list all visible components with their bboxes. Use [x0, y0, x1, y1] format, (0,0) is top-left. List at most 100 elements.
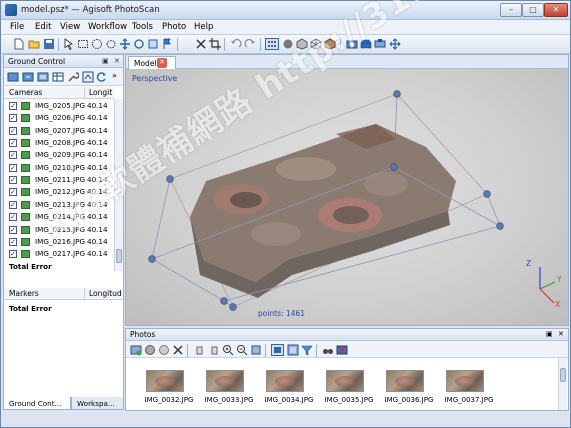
3d-viewport[interactable]: Perspective Z Y X points: 1461 [126, 69, 568, 325]
markers-column-header[interactable]: Markers [4, 288, 84, 300]
table-icon[interactable] [52, 71, 64, 83]
view-source-icon[interactable] [37, 71, 49, 83]
camera-row[interactable]: ✓ IMG_0205.JPG 40.14 [4, 100, 114, 112]
large-icons-view-icon[interactable] [271, 344, 284, 356]
open-folder-icon[interactable] [28, 38, 40, 50]
export-icon[interactable] [22, 71, 34, 83]
camera-row[interactable]: ✓ IMG_0210.JPG 40.14 [4, 162, 114, 174]
camera-enabled-checkbox[interactable]: ✓ [9, 151, 17, 160]
camera-enabled-checkbox[interactable]: ✓ [9, 250, 17, 259]
wireframe-view-icon[interactable] [310, 38, 322, 50]
camera-enabled-checkbox[interactable]: ✓ [9, 102, 17, 110]
camera-row[interactable]: ✓ IMG_0214.JPG 40.14 [4, 211, 114, 223]
mask-photos-icon[interactable] [336, 344, 348, 356]
remove-photo-icon[interactable] [172, 344, 184, 356]
disable-camera-icon[interactable] [158, 344, 170, 356]
textured-view-icon[interactable] [324, 38, 336, 50]
navigate-arrows-icon[interactable] [389, 38, 401, 50]
binoculars-icon[interactable] [322, 344, 334, 356]
menu-view[interactable]: View [60, 22, 80, 32]
photo-thumbnail[interactable]: IMG_0034.JPG [262, 368, 314, 408]
point-cloud-view-icon[interactable] [265, 38, 279, 50]
delete-selection-icon[interactable] [195, 38, 207, 50]
camera-enabled-checkbox[interactable]: ✓ [9, 126, 17, 135]
marker-longitude-column-header[interactable]: Longitud [84, 288, 123, 300]
flag-marker-icon[interactable] [161, 38, 173, 50]
minimize-button[interactable]: – [500, 3, 522, 17]
rotate-right-icon[interactable] [208, 344, 220, 356]
rectangle-selection-icon[interactable] [77, 38, 89, 50]
menu-help[interactable]: Help [194, 22, 213, 32]
close-panel-icon[interactable]: ✕ [114, 57, 120, 65]
camera-enabled-checkbox[interactable]: ✓ [9, 139, 17, 148]
camera-row[interactable]: ✓ IMG_0211.JPG 40.14 [4, 174, 114, 186]
camera-row[interactable]: ✓ IMG_0216.JPG 40.14 [4, 236, 114, 248]
details-view-icon[interactable] [287, 344, 299, 356]
shaded-view-icon[interactable] [282, 38, 294, 50]
camera-enabled-checkbox[interactable]: ✓ [9, 237, 17, 246]
optimize-icon[interactable] [82, 71, 94, 83]
photos-scroll-thumb[interactable] [560, 368, 566, 382]
rotate-left-icon[interactable] [194, 344, 206, 356]
photos-scrollbar[interactable] [558, 358, 567, 410]
wrench-settings-icon[interactable] [67, 71, 79, 83]
menu-tools[interactable]: Tools [132, 22, 153, 32]
save-icon[interactable] [43, 38, 55, 50]
free-form-selection-icon[interactable] [105, 38, 117, 50]
show-cameras-icon[interactable] [346, 38, 358, 50]
photo-thumbnail[interactable]: IMG_0032.JPG [142, 368, 194, 408]
camera-row[interactable]: ✓ IMG_0206.JPG 40.14 [4, 112, 114, 124]
longitude-column-header[interactable]: Longit [84, 87, 114, 99]
resize-region-icon[interactable] [147, 38, 159, 50]
photo-thumbnail[interactable]: IMG_0037.JPG [442, 368, 494, 408]
float-panel-icon[interactable]: ▣ [546, 330, 553, 338]
photo-thumbnail[interactable]: IMG_0036.JPG [382, 368, 434, 408]
tab-model[interactable]: Model ✕ [128, 56, 176, 69]
camera-enabled-checkbox[interactable]: ✓ [9, 114, 17, 123]
more-tools-chevron-icon[interactable]: » [112, 71, 117, 80]
camera-list-scroll-thumb[interactable] [116, 249, 122, 263]
close-model-tab-icon[interactable]: ✕ [157, 58, 167, 68]
add-photos-icon[interactable] [130, 344, 142, 356]
tab-ground-control[interactable]: Ground Cont... [3, 397, 71, 410]
camera-row[interactable]: ✓ IMG_0207.JPG 40.14 [4, 125, 114, 137]
camera-row[interactable]: ✓ IMG_0212.JPG 40.14 [4, 186, 114, 198]
photo-thumbnail[interactable]: IMG_0035.JPG [322, 368, 374, 408]
photo-thumbnail[interactable]: IMG_0033.JPG [202, 368, 254, 408]
enable-camera-icon[interactable] [144, 344, 156, 356]
reset-zoom-icon[interactable] [250, 344, 262, 356]
camera-enabled-checkbox[interactable]: ✓ [9, 163, 17, 172]
crop-selection-icon[interactable] [209, 38, 221, 50]
close-panel-icon[interactable]: ✕ [558, 330, 564, 338]
move-object-icon[interactable] [119, 38, 131, 50]
import-icon[interactable] [7, 71, 19, 83]
zoom-in-icon[interactable] [222, 344, 234, 356]
filter-photos-icon[interactable] [301, 344, 313, 356]
camera-enabled-checkbox[interactable]: ✓ [9, 188, 17, 197]
float-panel-icon[interactable]: ▣ [102, 57, 109, 65]
camera-row[interactable]: ✓ IMG_0208.JPG 40.14 [4, 137, 114, 149]
cameras-column-header[interactable]: Cameras [4, 87, 84, 99]
undo-icon[interactable] [230, 38, 242, 50]
camera-enabled-checkbox[interactable]: ✓ [9, 213, 17, 222]
new-file-icon[interactable] [13, 38, 25, 50]
camera-list-scrollbar[interactable] [114, 99, 123, 271]
redo-icon[interactable] [244, 38, 256, 50]
camera-enabled-checkbox[interactable]: ✓ [9, 176, 17, 185]
camera-row[interactable]: ✓ IMG_0217.JPG 40.14 [4, 248, 114, 260]
camera-enabled-checkbox[interactable]: ✓ [9, 225, 17, 234]
rotate-object-icon[interactable] [133, 38, 145, 50]
update-icon[interactable] [96, 71, 108, 83]
zoom-out-icon[interactable] [236, 344, 248, 356]
navigation-cursor-icon[interactable] [63, 38, 75, 50]
menu-workflow[interactable]: Workflow [88, 22, 127, 32]
menu-file[interactable]: File [10, 22, 24, 32]
tab-workspace[interactable]: Workspa... [71, 397, 124, 410]
menu-edit[interactable]: Edit [35, 22, 51, 32]
camera-row[interactable]: ✓ IMG_0209.JPG 40.14 [4, 149, 114, 161]
show-region-icon[interactable] [360, 38, 372, 50]
circle-selection-icon[interactable] [91, 38, 103, 50]
solid-view-icon[interactable] [296, 38, 308, 50]
maximize-button[interactable]: □ [522, 3, 544, 17]
menu-photo[interactable]: Photo [162, 22, 186, 32]
